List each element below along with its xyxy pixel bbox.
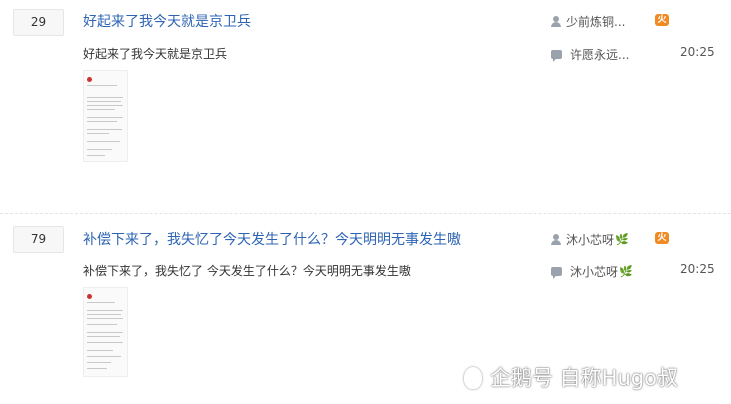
last-reply-author[interactable]: 许愿永远... [551,46,629,63]
reply-count-badge: 29 [13,9,64,36]
last-reply-time: 20:25 [680,262,715,276]
thread-author[interactable]: 沐小芯呀 🌿 [551,231,629,248]
comment-icon [551,50,562,62]
reply-count-badge: 79 [13,226,64,253]
thread-author[interactable]: 少前炼铜... [551,13,625,30]
thread-abstract: 好起来了我今天就是京卫兵 [83,47,228,61]
fire-badge-icon: 火 [655,14,669,26]
thumbnail-avatar [87,77,92,82]
last-reply-author[interactable]: 沐小芯呀 🌿 [551,263,633,280]
author-name[interactable]: 沐小芯呀 [566,231,614,248]
thread-divider [0,213,731,214]
leaf-icon: 🌿 [615,233,629,246]
last-reply-name[interactable]: 许愿永远... [570,46,629,63]
thread-title-link[interactable]: 好起来了我今天就是京卫兵 [83,11,251,31]
comment-icon [551,267,562,279]
last-reply-time: 20:25 [680,45,715,59]
last-reply-name[interactable]: 沐小芯呀 [570,263,618,280]
thread-abstract: 补偿下来了，我失忆了 今天发生了什么？今天明明无事发生嗷 [83,264,411,278]
author-name[interactable]: 少前炼铜... [566,13,625,30]
person-icon [551,234,561,245]
fire-badge-icon: 火 [655,232,669,244]
thread-title-link[interactable]: 补偿下来了，我失忆了今天发生了什么？今天明明无事发生嗷 [83,229,461,249]
penguin-logo-icon [460,366,482,389]
watermark-text: 企鹅号 自称Hugo叔 [490,366,678,390]
person-icon [551,16,561,27]
leaf-icon: 🌿 [619,265,633,278]
thread-thumbnail[interactable] [83,287,128,377]
thread-thumbnail[interactable] [83,70,128,162]
watermark: 企鹅号 自称Hugo叔 [460,362,678,392]
thumbnail-avatar [87,294,92,299]
